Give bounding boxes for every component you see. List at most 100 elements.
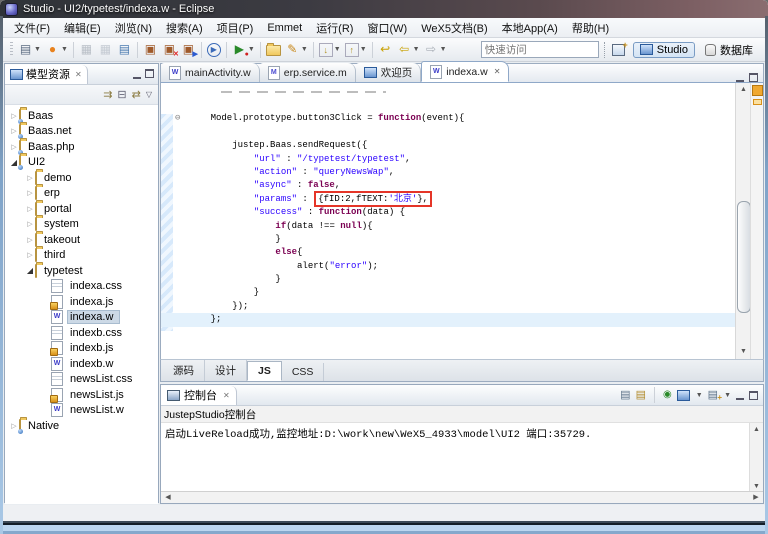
- scroll-right-arrow-icon[interactable]: ▶: [749, 492, 763, 503]
- tree-item-indexa.js[interactable]: indexa.js: [5, 294, 158, 310]
- menu-item-3[interactable]: 搜索(A): [159, 18, 210, 38]
- console-body[interactable]: 启动LiveReload成功,监控地址:D:\work\new\WeX5_493…: [161, 423, 763, 494]
- forward-history-button[interactable]: ⇨ ▼: [423, 40, 448, 60]
- editor-tab-mainActivity.w[interactable]: WmainActivity.w: [161, 63, 260, 82]
- code-line-8[interactable]: "params" : {fID:2,fTEXT:'北京'},: [161, 190, 736, 207]
- mode-tab-设计[interactable]: 设计: [205, 360, 247, 381]
- close-icon[interactable]: ✕: [223, 391, 230, 400]
- code-line-9[interactable]: "success" : function(data) {: [161, 206, 736, 219]
- editor-tab-indexa.w[interactable]: Windexa.w ✕: [421, 61, 510, 82]
- code-line-13[interactable]: alert("error");: [161, 260, 736, 273]
- refresh-icon[interactable]: ⇄: [132, 88, 141, 101]
- tree-item-indexa.w[interactable]: Windexa.w: [5, 310, 158, 326]
- tree-collapsed-arrow-icon[interactable]: ▷: [25, 174, 35, 182]
- maximize-view-button[interactable]: [145, 69, 154, 78]
- tree-collapsed-arrow-icon[interactable]: ▷: [9, 422, 19, 430]
- tree-item-newsList.js[interactable]: newsList.js: [5, 387, 158, 403]
- menu-item-2[interactable]: 浏览(N): [108, 18, 159, 38]
- open-perspective-button[interactable]: [611, 40, 630, 60]
- tree-item-erp[interactable]: ▷ erp: [5, 186, 158, 202]
- tree-item-UI2[interactable]: ◢ UI2: [5, 155, 158, 171]
- code-line-11[interactable]: }: [161, 233, 736, 246]
- tree-collapsed-arrow-icon[interactable]: ▷: [25, 251, 35, 259]
- tomcat-stop-button[interactable]: ▣ ✕: [161, 40, 179, 60]
- scroll-down-arrow-icon[interactable]: ▼: [736, 345, 751, 359]
- tree-item-Native[interactable]: ▷ Native: [5, 418, 158, 434]
- tree-item-indexa.css[interactable]: indexa.css: [5, 279, 158, 295]
- menu-item-0[interactable]: 文件(F): [7, 18, 57, 38]
- code-content[interactable]: ⊖ Model.prototype.button3Click = functio…: [161, 88, 736, 327]
- tree-item-indexb.w[interactable]: Windexb.w: [5, 356, 158, 372]
- annotation-marker[interactable]: [753, 99, 762, 105]
- debug-run-button[interactable]: ▶ ● ▼: [231, 40, 256, 60]
- tree-item-Baas.net[interactable]: ▷ Baas.net: [5, 124, 158, 140]
- tree-item-newsList.w[interactable]: WnewsList.w: [5, 403, 158, 419]
- mode-tab-源码[interactable]: 源码: [163, 360, 205, 381]
- editor-vertical-scrollbar[interactable]: ▲ ▼: [735, 83, 751, 359]
- tree-item-typetest[interactable]: ◢ typetest: [5, 263, 158, 279]
- editor-tab-erp.service.m[interactable]: Merp.service.m: [259, 63, 356, 82]
- code-editor[interactable]: ⊖ Model.prototype.button3Click = functio…: [160, 83, 764, 359]
- maximize-view-button[interactable]: [749, 390, 758, 400]
- code-line-5[interactable]: "url" : "/typetest/typetest",: [161, 153, 736, 166]
- minimize-view-button[interactable]: [133, 74, 141, 79]
- tree-expanded-arrow-icon[interactable]: ◢: [25, 266, 35, 275]
- studio-perspective-button[interactable]: Studio: [632, 41, 695, 58]
- print-button[interactable]: ▤: [116, 40, 133, 60]
- code-line-1[interactable]: [161, 99, 736, 112]
- menu-item-10[interactable]: 帮助(H): [565, 18, 616, 38]
- tree-item-Baas[interactable]: ▷ Baas: [5, 108, 158, 124]
- scroll-up-arrow-icon[interactable]: ▲: [750, 423, 763, 437]
- tomcat-restart-button[interactable]: ▣ ▶: [180, 40, 198, 60]
- close-icon[interactable]: ✕: [494, 67, 501, 76]
- style-brush-button[interactable]: ✎ ▼: [284, 40, 309, 60]
- database-perspective-button[interactable]: 数据库: [699, 41, 759, 59]
- code-line-12[interactable]: else{: [161, 246, 736, 259]
- menu-item-7[interactable]: 窗口(W): [360, 18, 414, 38]
- prev-annotation-button[interactable]: ↑ ▼: [344, 40, 368, 60]
- open-folder-button[interactable]: [265, 40, 282, 60]
- tree-item-takeout[interactable]: ▷ takeout: [5, 232, 158, 248]
- menu-item-5[interactable]: Emmet: [260, 20, 309, 36]
- tab-console[interactable]: 控制台 ✕: [161, 385, 237, 405]
- save-all-button[interactable]: ▦: [97, 40, 114, 60]
- tree-item-system[interactable]: ▷ system: [5, 217, 158, 233]
- view-menu-icon[interactable]: ▽: [146, 90, 152, 99]
- console-vertical-scrollbar[interactable]: ▲ ▼: [749, 423, 763, 494]
- editor-tab-欢迎页[interactable]: 欢迎页: [355, 63, 422, 82]
- code-line-6[interactable]: "action" : "queryNewsWap",: [161, 166, 736, 179]
- minimize-view-button[interactable]: [736, 77, 744, 82]
- annotation-summary-icon[interactable]: [752, 85, 763, 96]
- chevron-down-icon[interactable]: ▼: [696, 392, 703, 399]
- tree-collapsed-arrow-icon[interactable]: ▷: [9, 143, 19, 151]
- wex5-new-button[interactable]: ● ▼: [44, 40, 69, 60]
- back-history-button[interactable]: ⇦ ▼: [396, 40, 421, 60]
- console-horizontal-scrollbar[interactable]: ◀ ▶: [161, 491, 763, 503]
- menu-item-8[interactable]: WeX5文档(B): [414, 18, 494, 38]
- new-wizard-button[interactable]: ▤ ▼: [17, 40, 42, 60]
- tree-item-indexb.css[interactable]: indexb.css: [5, 325, 158, 341]
- scroll-lock-icon[interactable]: ▤: [636, 389, 646, 401]
- code-line-3[interactable]: [161, 126, 736, 139]
- code-line-14[interactable]: }: [161, 273, 736, 286]
- menu-item-4[interactable]: 项目(P): [210, 18, 261, 38]
- scrollbar-thumb[interactable]: [737, 201, 751, 313]
- scroll-up-arrow-icon[interactable]: ▲: [736, 83, 751, 97]
- next-annotation-button[interactable]: ↓ ▼: [318, 40, 342, 60]
- tab-model-resources[interactable]: 模型资源 ✕: [5, 64, 88, 84]
- tree-collapsed-arrow-icon[interactable]: ▷: [25, 205, 35, 213]
- code-line-15[interactable]: }: [161, 286, 736, 299]
- fold-collapse-icon[interactable]: ⊖: [175, 112, 180, 125]
- last-edit-location-button[interactable]: ↩: [377, 40, 394, 60]
- tree-item-Baas.php[interactable]: ▷ Baas.php: [5, 139, 158, 155]
- title-bar[interactable]: Studio - UI2/typetest/indexa.w - Eclipse: [0, 0, 768, 18]
- mode-tab-JS[interactable]: JS: [247, 361, 282, 381]
- mode-tab-CSS[interactable]: CSS: [282, 363, 325, 381]
- tree-item-third[interactable]: ▷ third: [5, 248, 158, 264]
- code-line-17[interactable]: };: [161, 313, 736, 327]
- menu-item-1[interactable]: 编辑(E): [57, 18, 108, 38]
- tree-collapsed-arrow-icon[interactable]: ▷: [25, 189, 35, 197]
- menu-item-6[interactable]: 运行(R): [309, 18, 360, 38]
- quick-access-input[interactable]: [480, 41, 599, 58]
- tree-item-indexb.js[interactable]: indexb.js: [5, 341, 158, 357]
